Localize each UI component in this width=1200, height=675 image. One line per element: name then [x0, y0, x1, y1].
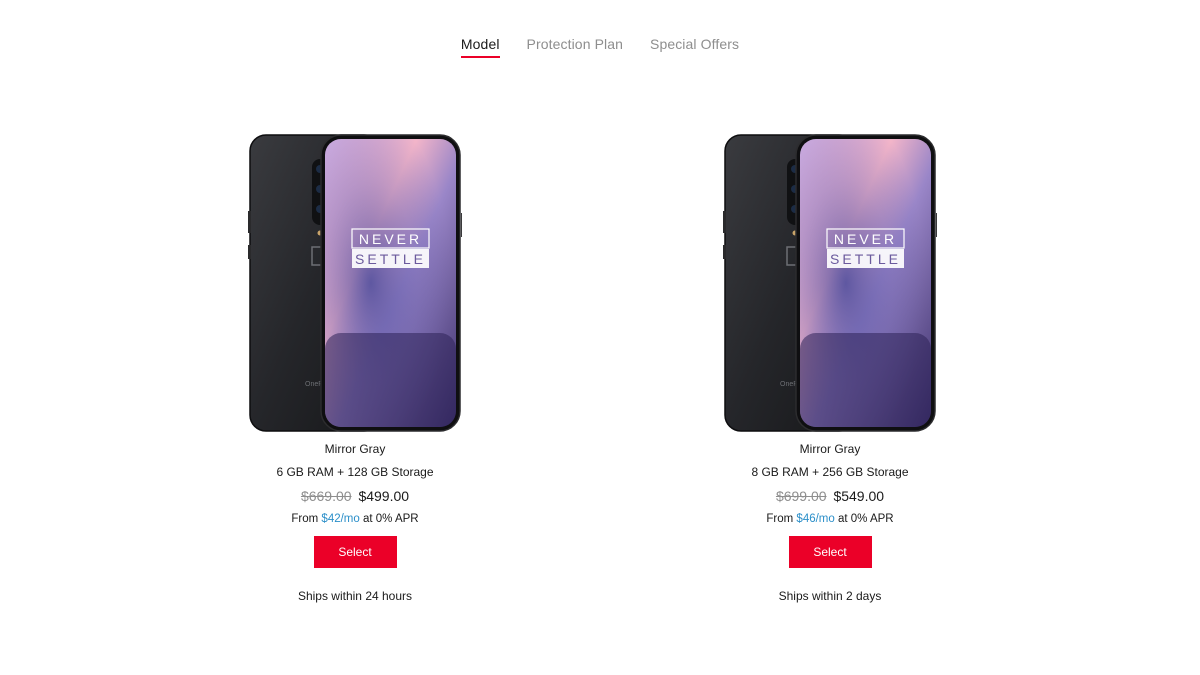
finance-suffix: at 0% APR — [359, 513, 419, 525]
monthly-payment-link[interactable]: $42/mo — [321, 513, 359, 525]
select-button[interactable]: Select — [313, 536, 397, 568]
phone-image: OneP NEVER SETTLE — [723, 134, 937, 432]
original-price: $699.00 — [775, 488, 827, 504]
svg-text:NEVER: NEVER — [359, 231, 422, 247]
step-tabs: Model Protection Plan Special Offers — [0, 36, 1200, 58]
sale-price: $499.00 — [358, 488, 410, 504]
storage-config: 8 GB RAM + 256 GB Storage — [751, 465, 909, 479]
sale-price: $549.00 — [833, 488, 885, 504]
color-name: Mirror Gray — [799, 442, 861, 456]
finance-prefix: From — [766, 513, 797, 525]
finance-suffix: at 0% APR — [834, 513, 894, 525]
financing-text: From $46/mo at 0% APR — [766, 511, 893, 527]
monthly-payment-link[interactable]: $46/mo — [796, 513, 834, 525]
svg-text:NEVER: NEVER — [834, 231, 897, 247]
svg-text:SETTLE: SETTLE — [830, 251, 901, 267]
phone-image: OneP NEVER SETTLE — [248, 134, 462, 432]
select-button[interactable]: Select — [788, 536, 872, 568]
tab-protection-plan[interactable]: Protection Plan — [527, 36, 623, 58]
financing-text: From $42/mo at 0% APR — [291, 511, 418, 527]
price-line: $669.00 $499.00 — [301, 487, 409, 505]
product-card-128gb: OneP NEVER SETTLE Mirror Gray 6 GB RAM +… — [225, 133, 485, 604]
color-name: Mirror Gray — [324, 442, 386, 456]
tab-model[interactable]: Model — [460, 36, 500, 58]
finance-prefix: From — [291, 513, 322, 525]
shipping-info: Ships within 24 hours — [297, 589, 413, 603]
storage-config: 6 GB RAM + 128 GB Storage — [276, 465, 434, 479]
shipping-info: Ships within 2 days — [778, 589, 882, 603]
product-selection-page: Model Protection Plan Special Offers One… — [0, 0, 1200, 675]
price-line: $699.00 $549.00 — [776, 487, 884, 505]
tab-special-offers[interactable]: Special Offers — [650, 36, 739, 58]
product-card-256gb: OneP NEVER SETTLE Mirror Gray 8 GB RAM +… — [700, 133, 960, 604]
original-price: $669.00 — [300, 488, 352, 504]
svg-text:SETTLE: SETTLE — [355, 251, 426, 267]
